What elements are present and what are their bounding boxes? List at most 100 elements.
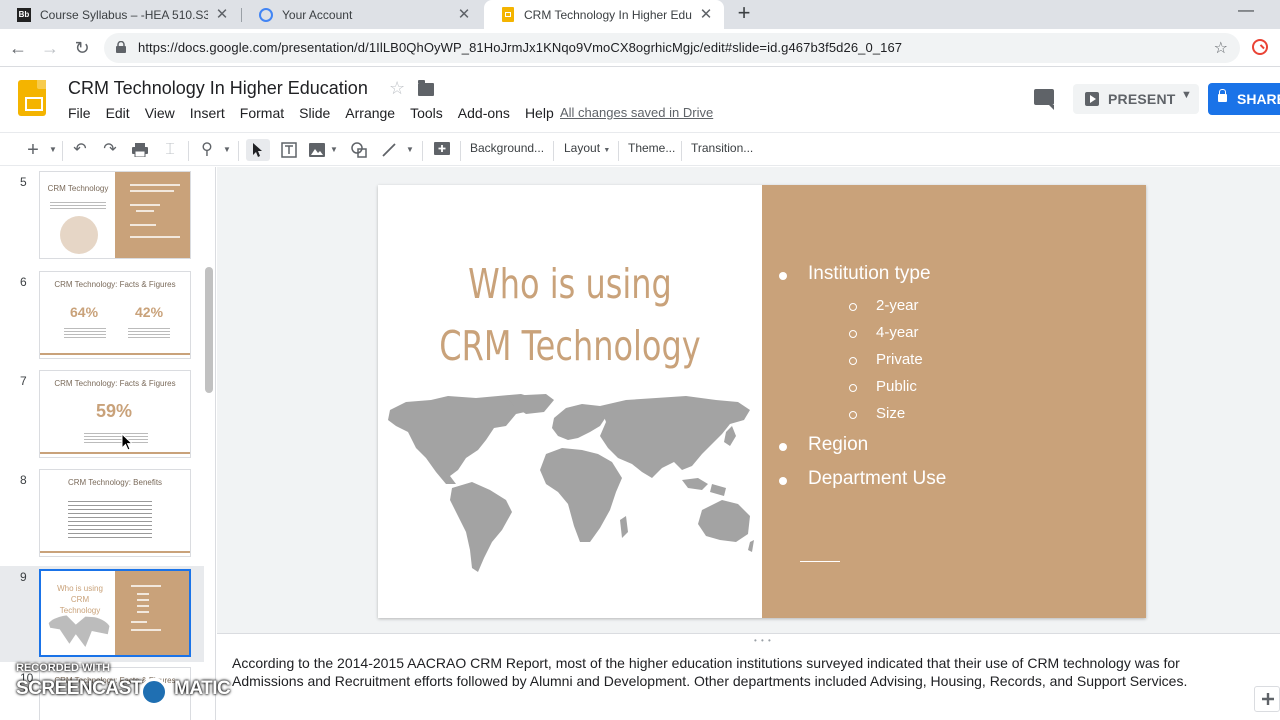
star-icon[interactable]: ☆ xyxy=(389,78,405,99)
slide-thumbnail[interactable]: CRM Technology xyxy=(39,171,191,259)
speaker-notes-panel[interactable]: • • • According to the 2014-2015 AACRAO … xyxy=(217,633,1280,720)
minimize-window-icon[interactable]: — xyxy=(1236,2,1256,20)
thumb-line xyxy=(130,224,156,226)
slide-thumbnail[interactable]: CRM Technology: Facts & Figures 59% xyxy=(39,370,191,458)
redo-icon[interactable]: ↷ xyxy=(100,139,120,161)
chevron-down-icon[interactable]: ▼ xyxy=(329,139,339,161)
share-label: SHARE xyxy=(1237,91,1280,107)
transition-button[interactable]: Transition... xyxy=(691,141,753,155)
chevron-down-icon[interactable]: ▼ xyxy=(405,139,415,161)
layout-label: Layout xyxy=(564,141,601,155)
save-status-link[interactable]: All changes saved in Drive xyxy=(560,105,713,120)
thumb-line xyxy=(137,611,149,613)
sub-bullet-item: Private xyxy=(849,351,923,368)
blackboard-icon: Bb xyxy=(16,7,32,23)
slide-title[interactable]: Who is using CRM Technology xyxy=(420,253,720,377)
sub-bullet-item: 2-year xyxy=(849,297,919,314)
thumb-panel xyxy=(115,571,189,655)
chevron-down-icon[interactable]: ▼ xyxy=(48,139,58,161)
menu-format[interactable]: Format xyxy=(240,105,284,121)
slide-thumbnail-row[interactable]: 8 CRM Technology: Benefits xyxy=(0,469,204,565)
menu-edit[interactable]: Edit xyxy=(106,105,130,121)
slide-canvas[interactable]: Who is using CRM Technology Institution … xyxy=(378,185,1146,618)
chevron-down-icon[interactable]: ▼ xyxy=(1181,89,1192,101)
background-button[interactable]: Background... xyxy=(470,141,544,155)
thumb-line xyxy=(131,585,161,587)
share-button[interactable]: SHARE xyxy=(1208,83,1280,115)
slide-right-panel xyxy=(762,185,1146,618)
browser-tab-account[interactable]: Your Account ✕ xyxy=(242,0,482,29)
close-tab-icon[interactable]: ✕ xyxy=(214,6,230,23)
browser-tab-slides[interactable]: CRM Technology In Higher Educa ✕ xyxy=(484,0,724,29)
image-icon[interactable] xyxy=(306,139,328,161)
close-tab-icon[interactable]: ✕ xyxy=(456,6,472,23)
explore-icon[interactable] xyxy=(1254,686,1280,712)
thumb-text xyxy=(84,431,148,445)
notes-resize-handle[interactable]: • • • xyxy=(754,636,772,645)
slide-thumbnail-row[interactable]: 5 CRM Technology xyxy=(0,171,204,267)
thumb-heading: CRM Technology: Benefits xyxy=(67,478,163,487)
thumb-line xyxy=(131,629,161,631)
menu-help[interactable]: Help xyxy=(525,105,554,121)
thumb-stat: 64% xyxy=(70,304,99,320)
slide-thumbnail[interactable]: Who is using CRM Technology xyxy=(39,569,191,657)
watermark-line2a: SCREENCAST xyxy=(16,678,142,699)
layout-button[interactable]: Layout ▼ xyxy=(564,141,610,155)
thumb-line xyxy=(137,605,149,607)
slide-thumbnail-row[interactable]: 6 CRM Technology: Facts & Figures 64% 42… xyxy=(0,271,204,367)
bookmark-star-icon[interactable]: ☆ xyxy=(1214,38,1228,58)
close-tab-icon[interactable]: ✕ xyxy=(698,6,714,23)
slide-number: 7 xyxy=(20,374,27,388)
menu-addons[interactable]: Add-ons xyxy=(458,105,510,121)
speaker-notes-text[interactable]: According to the 2014-2015 AACRAO CRM Re… xyxy=(232,654,1192,690)
world-map-icon xyxy=(47,615,111,647)
shape-icon[interactable] xyxy=(348,139,370,161)
document-title[interactable]: CRM Technology In Higher Education xyxy=(68,78,368,99)
slide-thumbnail-row[interactable]: 7 CRM Technology: Facts & Figures 59% xyxy=(0,370,204,466)
menu-view[interactable]: View xyxy=(145,105,175,121)
slide-thumbnail-row[interactable]: 9 Who is using CRM Technology xyxy=(0,566,204,662)
thumb-heading: CRM Technology: Facts & Figures xyxy=(54,280,176,289)
new-slide-icon[interactable]: + xyxy=(24,139,42,161)
zoom-icon[interactable]: ⚲ xyxy=(197,139,217,161)
toolbar-divider xyxy=(188,141,189,161)
thumb-line xyxy=(137,593,149,595)
thumb-line xyxy=(130,184,180,186)
browser-tab-syllabus[interactable]: Bb Course Syllabus – -HEA 510.S30 F ✕ xyxy=(0,0,240,29)
thumb-heading: Who is using CRM Technology xyxy=(57,584,103,615)
theme-button[interactable]: Theme... xyxy=(628,141,675,155)
comment-icon[interactable] xyxy=(1034,89,1054,110)
toolbar-divider xyxy=(422,141,423,161)
print-icon[interactable] xyxy=(130,139,150,161)
new-tab-icon[interactable]: + xyxy=(733,2,755,24)
select-cursor-icon[interactable] xyxy=(246,139,270,161)
slide-number: 9 xyxy=(20,570,27,584)
line-icon[interactable] xyxy=(378,139,400,161)
bullet-item: Department Use xyxy=(778,468,947,489)
address-bar[interactable]: https://docs.google.com/presentation/d/1… xyxy=(104,33,1240,63)
thumb-line xyxy=(131,621,147,623)
text-box-icon[interactable] xyxy=(278,139,300,161)
extension-icon[interactable] xyxy=(1252,39,1268,55)
slide-thumbnail[interactable]: CRM Technology: Facts & Figures 64% 42% xyxy=(39,271,191,359)
chevron-down-icon[interactable]: ▼ xyxy=(222,139,232,161)
world-map-image[interactable] xyxy=(386,392,756,582)
menu-tools[interactable]: Tools xyxy=(410,105,443,121)
forward-arrow-icon[interactable]: → xyxy=(40,38,60,58)
menu-insert[interactable]: Insert xyxy=(190,105,225,121)
slides-logo-icon[interactable] xyxy=(18,80,46,116)
present-button[interactable]: PRESENT ▼ xyxy=(1073,84,1199,114)
undo-icon[interactable]: ↶ xyxy=(70,139,90,161)
menu-file[interactable]: File xyxy=(68,105,91,121)
thumb-text xyxy=(64,326,106,340)
insert-comment-icon[interactable] xyxy=(431,139,453,161)
reload-icon[interactable]: ↻ xyxy=(72,38,92,58)
menu-slide[interactable]: Slide xyxy=(299,105,330,121)
filmstrip-scrollbar[interactable] xyxy=(205,267,213,393)
back-arrow-icon[interactable]: ← xyxy=(8,38,28,58)
menu-arrange[interactable]: Arrange xyxy=(345,105,395,121)
thumb-line xyxy=(136,210,154,212)
paint-format-icon[interactable]: ⌶ xyxy=(160,139,180,161)
slide-thumbnail[interactable]: CRM Technology: Benefits xyxy=(39,469,191,557)
folder-icon[interactable] xyxy=(418,80,434,96)
